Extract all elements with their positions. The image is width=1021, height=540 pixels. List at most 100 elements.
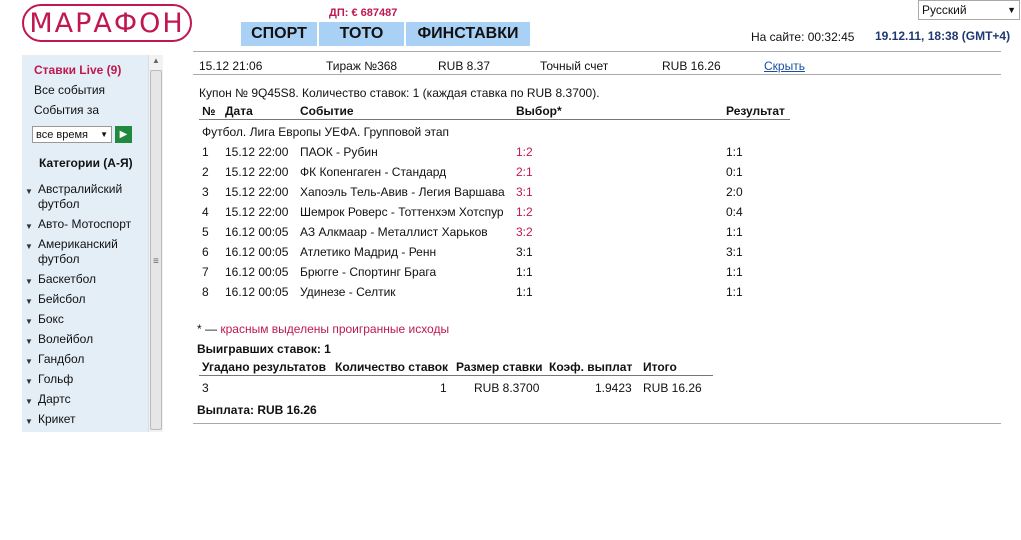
category-item[interactable]: ▼ Волейбол [25,332,138,349]
scrollbar-thumb[interactable]: ≡ [150,70,162,430]
category-item[interactable]: ▼ Австралийский футбол [25,182,138,212]
summary-col-coef: Коэф. выплат [549,360,633,374]
main-content: 15.12 21:06 Тираж №368 RUB 8.37 Точный с… [193,52,1001,432]
row-pick-lost: 3:1 [516,185,533,199]
row-event: АЗ Алкмаар - Металлист Харьков [300,225,488,239]
row-pick: 1:1 [516,265,533,279]
row-event: ПАОК - Рубин [300,145,378,159]
category-label: Гандбол [38,352,85,366]
grip-icon: ≡ [153,256,159,267]
row-result: 2:0 [726,185,743,199]
category-label: Баскетбол [38,272,96,286]
category-item[interactable]: ▼ Бейсбол [25,292,138,309]
col-header-number: № [202,104,216,118]
summary-col-guessed: Угадано результатов [202,360,326,374]
triangle-down-icon: ▼ [25,277,33,286]
coupon-draw: Тираж №368 [326,59,398,73]
row-date: 15.12 22:00 [225,205,289,219]
period-select[interactable]: все время ▼ [32,126,112,143]
summary-col-stake: Размер ставки [456,360,543,374]
row-number: 6 [202,245,209,259]
summary-total: RUB 16.26 [643,381,702,395]
legend-text: красным выделены проигранные исходы [220,322,450,336]
category-label: Австралийский футбол [38,182,123,211]
chevron-down-icon: ▼ [100,130,108,139]
play-icon: ▶ [119,129,128,140]
category-item[interactable]: ▼ Бокс [25,312,138,329]
row-pick-lost: 3:2 [516,225,533,239]
legend-star: * — [197,322,218,336]
row-number: 5 [202,225,209,239]
summary-col-bet-count: Количество ставок [335,360,449,374]
sidebar-all-events[interactable]: Все события [34,83,105,97]
row-date: 16.12 00:05 [225,285,289,299]
category-item[interactable]: ▼ Авто- Мотоспорт [25,217,138,234]
category-item[interactable]: ▼ Крикет [25,412,138,429]
go-button[interactable]: ▶ [115,126,132,143]
row-result: 0:4 [726,205,743,219]
triangle-down-icon: ▼ [25,297,33,306]
col-header-event: Событие [300,104,354,118]
triangle-down-icon: ▼ [25,377,33,386]
triangle-down-icon: ▼ [25,397,33,406]
categories-title: Категории (А-Я) [39,156,133,170]
sidebar-events-for: События за [34,103,100,117]
summary-guessed: 3 [202,381,209,395]
row-pick-lost: 1:2 [516,145,533,159]
coupon-date: 15.12 21:06 [199,59,263,73]
sidebar-scrollbar[interactable]: ▲ ≡ [148,55,163,432]
category-item[interactable]: ▼ Баскетбол [25,272,138,289]
row-event: Атлетико Мадрид - Ренн [300,245,437,259]
summary-col-total: Итого [643,360,677,374]
row-pick: 1:1 [516,285,533,299]
nav-sport[interactable]: СПОРТ [241,22,317,46]
summary-bet-count: 1 [440,381,447,395]
sidebar-live-bets[interactable]: Ставки Live (9) [34,63,121,77]
jackpot-label: ДП: € 687487 [329,7,398,19]
row-result: 0:1 [726,165,743,179]
category-item[interactable]: ▼ Дартс [25,392,138,409]
row-number: 4 [202,205,209,219]
row-result: 1:1 [726,285,743,299]
row-pick-lost: 1:2 [516,205,533,219]
nav-finbets[interactable]: ФИНСТАВКИ [406,22,530,46]
scroll-up-icon[interactable]: ▲ [152,56,160,65]
triangle-down-icon: ▼ [25,222,33,231]
category-label: Крикет [38,412,76,426]
current-datetime: 19.12.11, 18:38 (GMT+4) [875,29,1011,43]
hide-link[interactable]: Скрыть [764,59,805,73]
language-select[interactable]: Русский ▼ [918,0,1020,20]
row-number: 2 [202,165,209,179]
col-header-date: Дата [225,104,253,118]
row-number: 3 [202,185,209,199]
category-label: Авто- Мотоспорт [38,217,132,231]
sidebar: Ставки Live (9) Все события События за в… [22,55,148,432]
row-result: 1:1 [726,145,743,159]
coupon-title: Купон № 9Q45S8. Количество ставок: 1 (ка… [199,86,600,100]
category-item[interactable]: ▼ Гольф [25,372,138,389]
category-label: Волейбол [38,332,94,346]
triangle-down-icon: ▼ [25,417,33,426]
row-event: Хапоэль Тель-Авив - Легия Варшава [300,185,505,199]
winning-bets: Выигравших ставок: 1 [197,342,331,356]
row-event: Брюгге - Спортинг Брага [300,265,437,279]
row-number: 8 [202,285,209,299]
nav-toto[interactable]: ТОТО [319,22,404,46]
row-number: 1 [202,145,209,159]
category-label: Гольф [38,372,74,386]
summary-stake: RUB 8.3700 [474,381,540,395]
row-date: 15.12 22:00 [225,185,289,199]
legend-note: * — красным выделены проигранные исходы [197,322,449,336]
row-number: 7 [202,265,209,279]
category-label: Бокс [38,312,64,326]
summary-coef: 1.9423 [595,381,632,395]
marathon-logo[interactable]: МАРАФОН [22,4,192,42]
category-item[interactable]: ▼ Американский футбол [25,237,138,267]
row-event: Шемрок Роверс - Тоттенхэм Хотспур [300,205,504,219]
coupon-payout: RUB 16.26 [662,59,721,73]
row-date: 15.12 22:00 [225,145,289,159]
category-item[interactable]: ▼ Гандбол [25,352,138,369]
language-value: Русский [922,3,967,17]
row-result: 1:1 [726,225,743,239]
category-label: Дартс [38,392,71,406]
